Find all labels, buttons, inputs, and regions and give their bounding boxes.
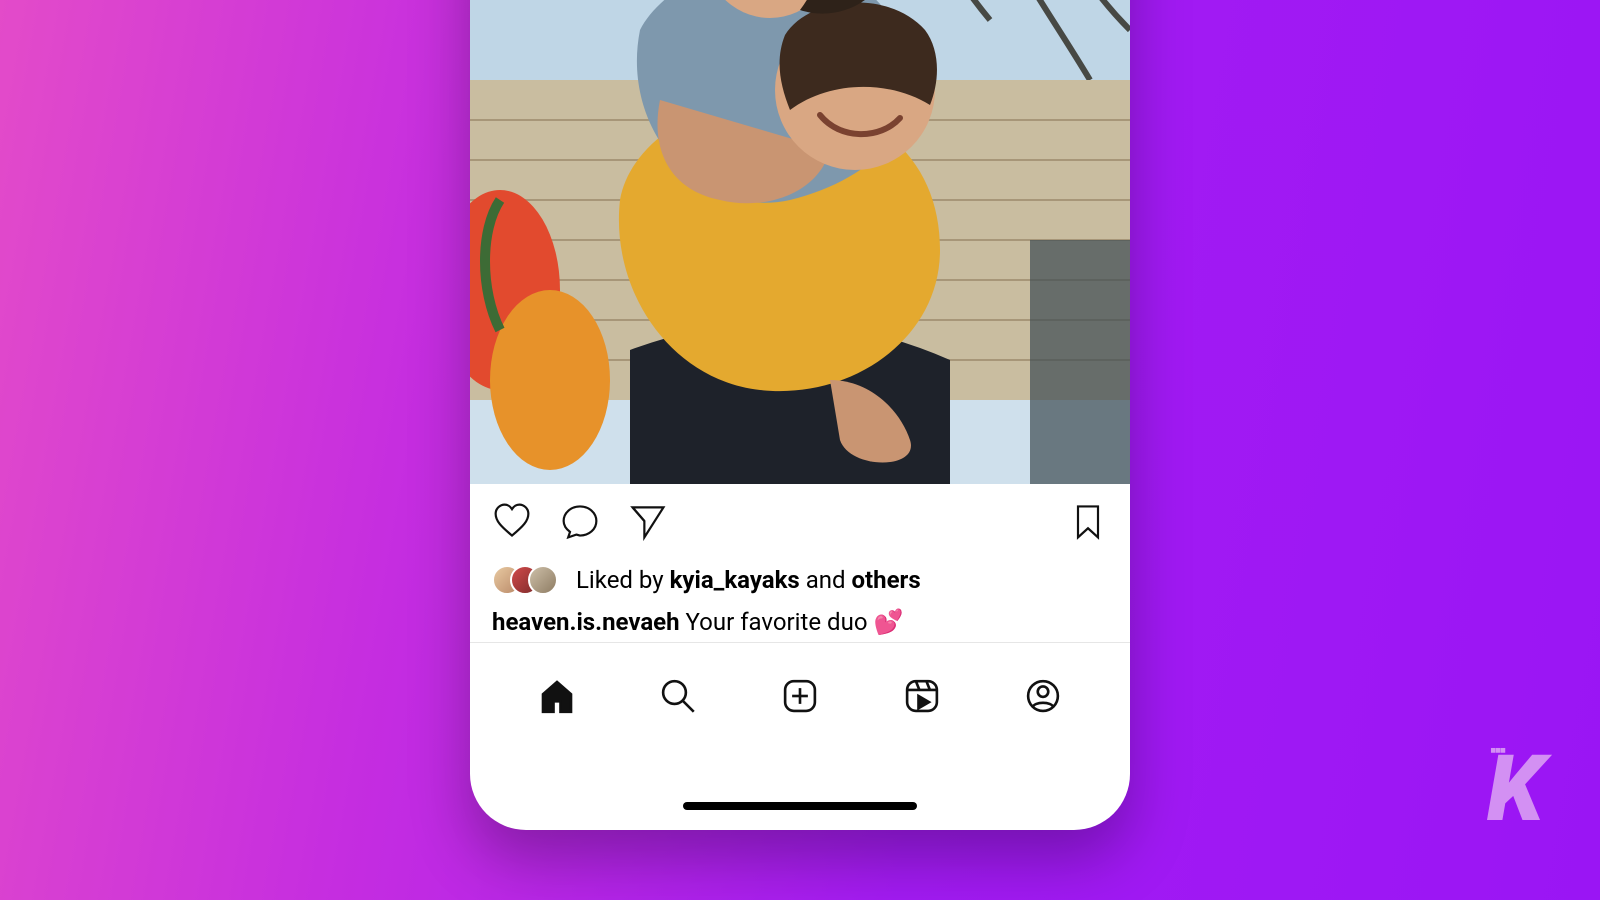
like-button[interactable] [492, 501, 532, 541]
stage-background: Liked by kyia_kayaks and others heaven.i… [0, 0, 1600, 900]
post-action-row [470, 484, 1130, 548]
phone-frame: Liked by kyia_kayaks and others heaven.i… [470, 0, 1130, 830]
liked-by-user[interactable]: kyia_kayaks [670, 566, 800, 594]
home-icon [536, 675, 578, 717]
likes-text: Liked by kyia_kayaks and others [576, 564, 921, 596]
comment-button[interactable] [560, 501, 600, 541]
comment-icon [560, 501, 600, 541]
liker-avatar [528, 565, 558, 595]
watermark-letter: K [1487, 750, 1540, 830]
reels-icon [901, 675, 943, 717]
nav-home[interactable] [534, 673, 580, 719]
save-button[interactable] [1068, 501, 1108, 541]
caption-row[interactable]: heaven.is.nevaeh Your favorite duo 💕 [470, 604, 1130, 640]
liked-by-prefix: Liked by [576, 566, 664, 594]
caption-username[interactable]: heaven.is.nevaeh [492, 608, 680, 636]
nav-search[interactable] [655, 673, 701, 719]
post-image[interactable] [470, 0, 1130, 484]
heart-icon [492, 501, 532, 541]
home-indicator [683, 802, 917, 810]
nav-create[interactable] [777, 673, 823, 719]
liker-avatars [492, 562, 564, 598]
caption-text: Your favorite duo [686, 608, 868, 636]
bookmark-icon [1068, 501, 1108, 541]
nav-profile[interactable] [1020, 673, 1066, 719]
send-icon [628, 501, 668, 541]
liked-by-others[interactable]: others [851, 566, 920, 594]
share-button[interactable] [628, 501, 668, 541]
liked-by-middle: and [806, 566, 846, 594]
watermark: ∙∙∙ K [1487, 744, 1540, 830]
bottom-nav [470, 660, 1130, 740]
divider [470, 642, 1130, 643]
nav-reels[interactable] [899, 673, 945, 719]
search-icon [657, 675, 699, 717]
profile-icon [1022, 675, 1064, 717]
caption-emoji: 💕 [873, 608, 903, 636]
plus-square-icon [779, 675, 821, 717]
likes-row[interactable]: Liked by kyia_kayaks and others [470, 560, 1130, 598]
